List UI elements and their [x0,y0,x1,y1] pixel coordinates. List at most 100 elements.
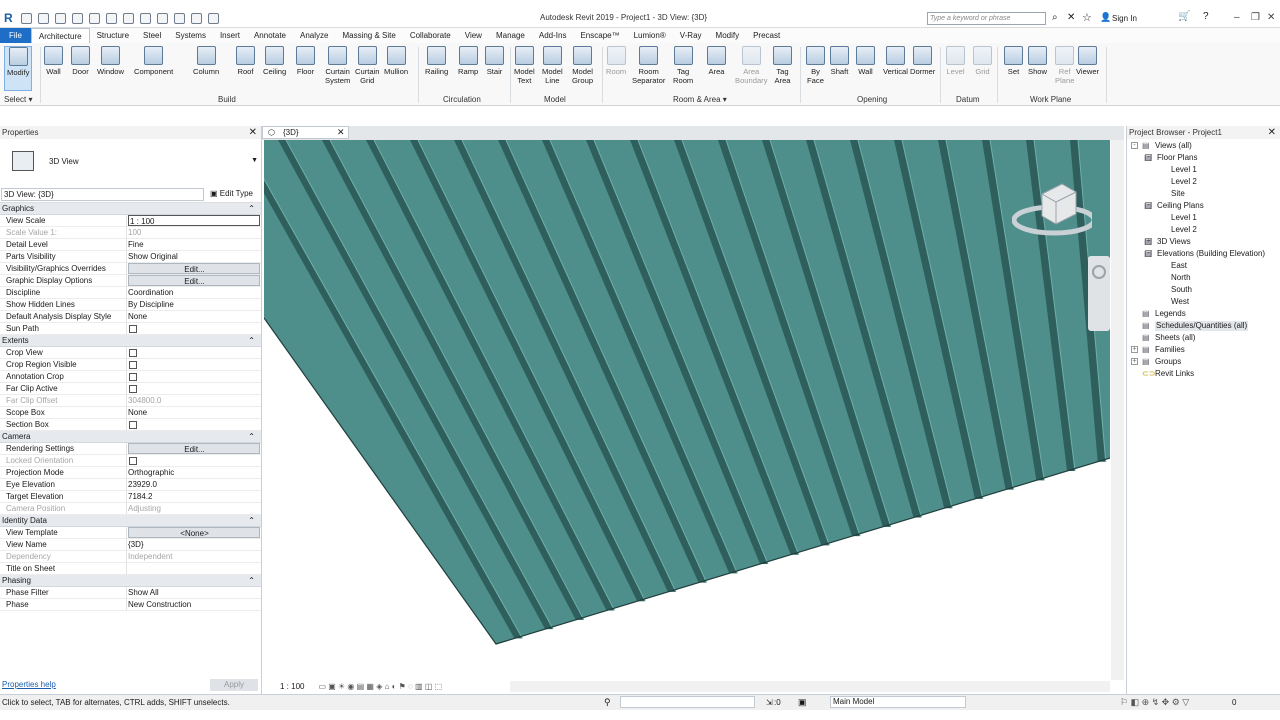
favorites-icon[interactable]: ☆ [1082,11,1092,24]
tab-lumion[interactable]: Lumion® [627,28,673,43]
tab-view[interactable]: View [458,28,489,43]
property-value[interactable]: Show Original [127,251,261,262]
area-button[interactable]: Area [707,46,726,76]
show-button[interactable]: Show [1028,46,1047,76]
browser-item-views-all[interactable]: Views (all) [1155,141,1192,151]
property-value[interactable]: None [127,407,261,418]
property-value[interactable] [127,371,261,382]
roof-model[interactable] [264,140,1110,680]
instance-selector[interactable]: 3D View: {3D} [1,188,204,201]
area-boundary-button[interactable]: Area Boundary [735,46,768,85]
property-value[interactable]: Show All [127,587,261,598]
thin-lines-icon[interactable] [191,12,202,24]
text-icon[interactable] [157,12,168,24]
close-window-button[interactable]: ✕ [1267,12,1275,23]
tab-insert[interactable]: Insert [213,28,247,43]
mullion-button[interactable]: Mullion [384,46,408,76]
category-camera[interactable]: Camera ⌃ [0,431,261,443]
expand-icon[interactable]: + [1131,346,1138,353]
property-value[interactable]: <None> [128,527,260,538]
tab-collaborate[interactable]: Collaborate [403,28,458,43]
view-scale[interactable]: 1 : 100 [280,682,304,691]
collapse-chevron-icon[interactable]: ⌃ [248,203,255,215]
browser-item-west[interactable]: West [1171,297,1189,307]
floor-button[interactable]: Floor [296,46,315,76]
measure-icon[interactable] [123,12,134,24]
modify-button[interactable]: Modify [4,46,33,91]
restore-button[interactable]: ❐ [1251,12,1260,23]
category-graphics[interactable]: Graphics ⌃ [0,203,261,215]
property-value[interactable] [127,419,261,430]
tab-modify[interactable]: Modify [709,28,747,43]
undo-icon[interactable] [72,12,83,24]
property-value[interactable]: 1 : 100 [128,215,260,226]
model-group-button[interactable]: Model Group [572,46,593,85]
checkbox[interactable] [129,360,137,369]
property-value[interactable]: Fine [127,239,261,250]
tab-systems[interactable]: Systems [168,28,213,43]
viewcube[interactable] [1011,180,1097,238]
property-value[interactable]: Edit... [128,443,260,454]
browser-item-3d-views[interactable]: 3D Views [1157,237,1191,247]
vertical-scrollbar[interactable] [1111,140,1124,680]
sign-in-link[interactable]: Sign In [1112,14,1137,23]
property-value[interactable]: Orthographic [127,467,261,478]
redo-icon[interactable] [89,12,100,24]
collapse-chevron-icon[interactable]: ⌃ [248,575,255,587]
ref-plane-button[interactable]: Ref Plane [1055,46,1074,85]
collapse-icon[interactable]: - [1131,142,1138,149]
save-icon[interactable] [38,12,49,24]
selection-filter-icons[interactable]: ⚐ ◧ ⊕ ↯ ✥ ⚙ ▽ [1120,697,1189,708]
open-icon[interactable] [21,12,32,24]
default-3d-icon[interactable] [174,12,185,24]
property-value[interactable] [127,455,261,466]
type-selector[interactable]: 3D View ▼ [0,139,261,187]
navigation-bar[interactable] [1088,256,1110,331]
component-button[interactable]: Component [134,46,173,76]
browser-item-level-2[interactable]: Level 2 [1171,225,1197,235]
browser-item-site[interactable]: Site [1171,189,1185,199]
collapse-chevron-icon[interactable]: ⌃ [248,431,255,443]
model-text-button[interactable]: Model Text [514,46,535,85]
property-value[interactable]: 7184.2 [127,491,261,502]
design-options-icon[interactable]: ▣ [798,697,807,708]
browser-item-south[interactable]: South [1171,285,1192,295]
browser-item-level-1[interactable]: Level 1 [1171,165,1197,175]
browser-item-families[interactable]: Families [1155,345,1185,355]
vertical-button[interactable]: Vertical [883,46,908,76]
ramp-button[interactable]: Ramp [458,46,478,76]
browser-item-elevations-building-elevation[interactable]: Elevations (Building Elevation) [1157,249,1265,259]
ceiling-button[interactable]: Ceiling [263,46,286,76]
stair-button[interactable]: Stair [485,46,504,76]
editable-only-icon[interactable]: ⇲ [766,698,773,707]
revit-logo-icon[interactable]: R [4,12,15,24]
browser-item-north[interactable]: North [1171,273,1191,283]
browser-item-ceiling-plans[interactable]: Ceiling Plans [1157,201,1204,211]
expand-icon[interactable]: + [1131,358,1138,365]
door-button[interactable]: Door [71,46,90,76]
checkbox[interactable] [129,324,137,333]
model-line-button[interactable]: Model Line [542,46,563,85]
property-value[interactable]: 23929.0 [127,479,261,490]
by-face-button[interactable]: By Face [806,46,825,85]
checkbox[interactable] [129,372,137,381]
workset-selector[interactable] [620,696,755,708]
browser-item-groups[interactable]: Groups [1155,357,1181,367]
user-icon[interactable]: 👤 [1100,12,1111,23]
category-phasing[interactable]: Phasing ⌃ [0,575,261,587]
cart-icon[interactable]: 🛒 [1178,11,1190,22]
tab-annotate[interactable]: Annotate [247,28,293,43]
tab-structure[interactable]: Structure [90,28,136,43]
tag-area-button[interactable]: Tag Area [773,46,792,85]
design-option-selector[interactable]: Main Model [830,696,966,708]
tab-manage[interactable]: Manage [489,28,532,43]
room-button[interactable]: Room [606,46,626,76]
collapse-chevron-icon[interactable]: ⌃ [248,335,255,347]
category-extents[interactable]: Extents ⌃ [0,335,261,347]
wall-button[interactable]: Wall [856,46,875,76]
property-value[interactable]: Edit... [128,263,260,274]
properties-help-link[interactable]: Properties help [2,680,56,689]
grid-button[interactable]: Grid [973,46,992,76]
tab-v-ray[interactable]: V-Ray [673,28,709,43]
browser-item-east[interactable]: East [1171,261,1187,271]
